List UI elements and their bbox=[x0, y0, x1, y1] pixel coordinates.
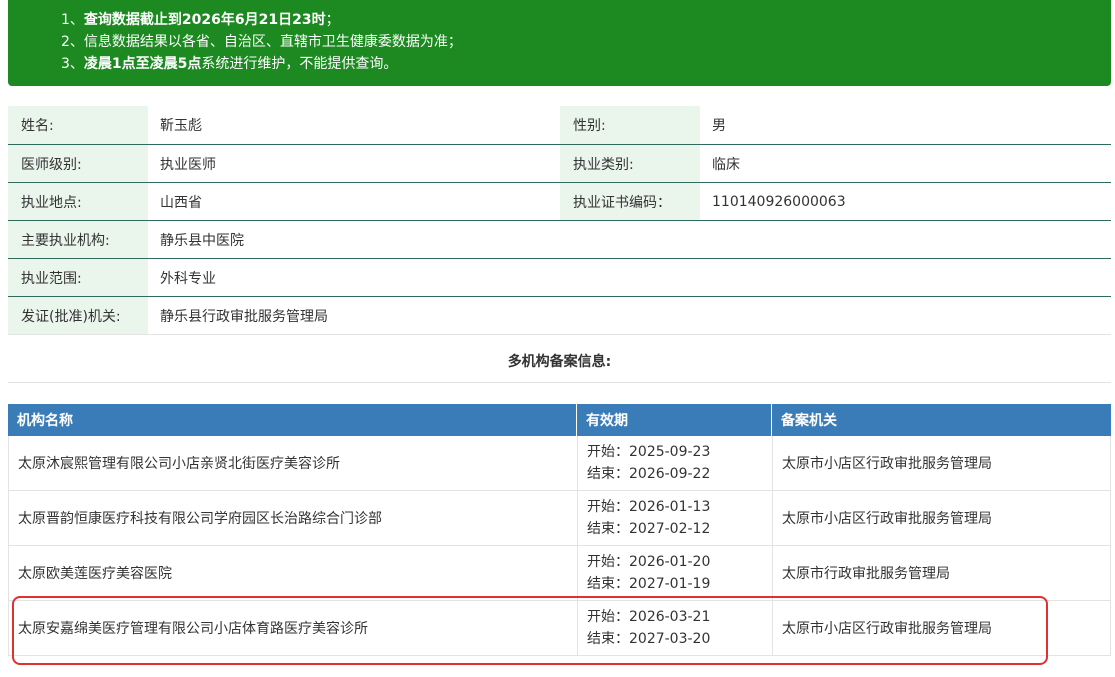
category-value: 临床 bbox=[712, 156, 740, 173]
end-date: 结束：2027-02-12 bbox=[587, 521, 711, 537]
start-date: 开始：2026-01-20 bbox=[587, 554, 711, 570]
notice-line-1-suffix: ； bbox=[325, 12, 340, 28]
org-label: 主要执业机构: bbox=[8, 221, 148, 258]
table-row: 太原沐宸熙管理有限公司小店亲贤北街医疗美容诊所 开始：2025-09-23 结束… bbox=[8, 436, 1111, 491]
notice-line-1: 1、查询数据截止到2026年6月21日23时； bbox=[61, 10, 340, 30]
info-row-scope: 执业范围: 外科专业 bbox=[8, 259, 1111, 297]
table-header: 机构名称 有效期 备案机关 bbox=[8, 404, 1111, 436]
gender-label: 性别: bbox=[560, 106, 700, 144]
authority-cell: 太原市行政审批服务管理局 bbox=[782, 566, 950, 582]
validity-cell: 开始：2026-01-20 结束：2027-01-19 bbox=[578, 546, 773, 600]
notice-line-2-number: 2、 bbox=[61, 34, 84, 50]
authority-cell: 太原市小店区行政审批服务管理局 bbox=[782, 456, 992, 472]
name-value: 靳玉彪 bbox=[160, 118, 202, 134]
org-name-cell: 太原晋韵恒康医疗科技有限公司学府园区长治路综合门诊部 bbox=[9, 491, 578, 545]
table-row: 太原安嘉绵美医疗管理有限公司小店体育路医疗美容诊所 开始：2026-03-21 … bbox=[8, 601, 1111, 656]
header-validity: 有效期 bbox=[577, 404, 772, 436]
notice-line-3-suffix: 系统进行维护，不能提供查询。 bbox=[201, 56, 398, 72]
end-date: 结束：2027-03-20 bbox=[587, 631, 711, 647]
place-value: 山西省 bbox=[160, 194, 202, 211]
notice-line-3: 3、凌晨1点至凌晨5点系统进行维护，不能提供查询。 bbox=[61, 54, 397, 74]
scope-label: 执业范围: bbox=[8, 259, 148, 296]
issuer-value: 静乐县行政审批服务管理局 bbox=[160, 308, 328, 325]
level-label: 医师级别: bbox=[8, 145, 148, 182]
authority-cell: 太原市小店区行政审批服务管理局 bbox=[782, 511, 992, 527]
multi-org-table: 机构名称 有效期 备案机关 太原沐宸熙管理有限公司小店亲贤北街医疗美容诊所 开始… bbox=[8, 404, 1111, 656]
validity-cell: 开始：2026-01-13 结束：2027-02-12 bbox=[578, 491, 773, 545]
level-value: 执业医师 bbox=[160, 156, 216, 173]
org-value: 静乐县中医院 bbox=[160, 232, 244, 249]
info-row-place: 执业地点: 山西省 执业证书编码： 110140926000063 bbox=[8, 183, 1111, 221]
org-name-cell: 太原沐宸熙管理有限公司小店亲贤北街医疗美容诊所 bbox=[9, 436, 578, 490]
notice-banner: 1、查询数据截止到2026年6月21日23时； 2、信息数据结果以各省、自治区、… bbox=[8, 0, 1111, 86]
notice-line-1-bold: 查询数据截止到2026年6月21日23时 bbox=[83, 12, 326, 28]
scope-value: 外科专业 bbox=[160, 270, 216, 287]
doctor-info-table: 姓名: 靳玉彪 性别: 男 医师级别: 执业医师 执业类别: 临床 执业地点: … bbox=[8, 106, 1111, 335]
info-row-issuer: 发证(批准)机关: 静乐县行政审批服务管理局 bbox=[8, 297, 1111, 335]
header-authority: 备案机关 bbox=[781, 413, 837, 429]
org-name-cell: 太原安嘉绵美医疗管理有限公司小店体育路医疗美容诊所 bbox=[9, 601, 578, 655]
table-row: 太原晋韵恒康医疗科技有限公司学府园区长治路综合门诊部 开始：2026-01-13… bbox=[8, 491, 1111, 546]
header-org-name: 机构名称 bbox=[8, 404, 577, 436]
gender-value: 男 bbox=[712, 118, 726, 134]
info-row-name: 姓名: 靳玉彪 性别: 男 bbox=[8, 106, 1111, 145]
org-name-cell: 太原欧美莲医疗美容医院 bbox=[9, 546, 578, 600]
issuer-label: 发证(批准)机关: bbox=[8, 297, 148, 334]
start-date: 开始：2026-03-21 bbox=[587, 609, 711, 625]
end-date: 结束：2027-01-19 bbox=[587, 576, 711, 592]
notice-line-3-bold: 凌晨1点至凌晨5点 bbox=[83, 56, 202, 72]
notice-line-2-text: 信息数据结果以各省、自治区、直辖市卫生健康委数据为准； bbox=[83, 34, 462, 50]
notice-line-1-number: 1、 bbox=[61, 12, 84, 28]
end-date: 结束：2026-09-22 bbox=[587, 466, 711, 482]
info-row-level: 医师级别: 执业医师 执业类别: 临床 bbox=[8, 145, 1111, 183]
cert-label: 执业证书编码： bbox=[560, 183, 700, 220]
table-row: 太原欧美莲医疗美容医院 开始：2026-01-20 结束：2027-01-19 … bbox=[8, 546, 1111, 601]
validity-cell: 开始：2026-03-21 结束：2027-03-20 bbox=[578, 601, 773, 655]
category-label: 执业类别: bbox=[560, 145, 700, 182]
name-label: 姓名: bbox=[8, 106, 148, 144]
notice-line-2: 2、信息数据结果以各省、自治区、直辖市卫生健康委数据为准； bbox=[61, 32, 462, 52]
cert-value: 110140926000063 bbox=[712, 193, 846, 210]
place-label: 执业地点: bbox=[8, 183, 148, 220]
multi-org-title: 多机构备案信息: bbox=[8, 340, 1111, 383]
authority-cell: 太原市小店区行政审批服务管理局 bbox=[782, 621, 992, 637]
validity-cell: 开始：2025-09-23 结束：2026-09-22 bbox=[578, 436, 773, 490]
start-date: 开始：2026-01-13 bbox=[587, 499, 711, 515]
notice-line-3-number: 3、 bbox=[61, 56, 84, 72]
info-row-org: 主要执业机构: 静乐县中医院 bbox=[8, 221, 1111, 259]
start-date: 开始：2025-09-23 bbox=[587, 444, 711, 460]
